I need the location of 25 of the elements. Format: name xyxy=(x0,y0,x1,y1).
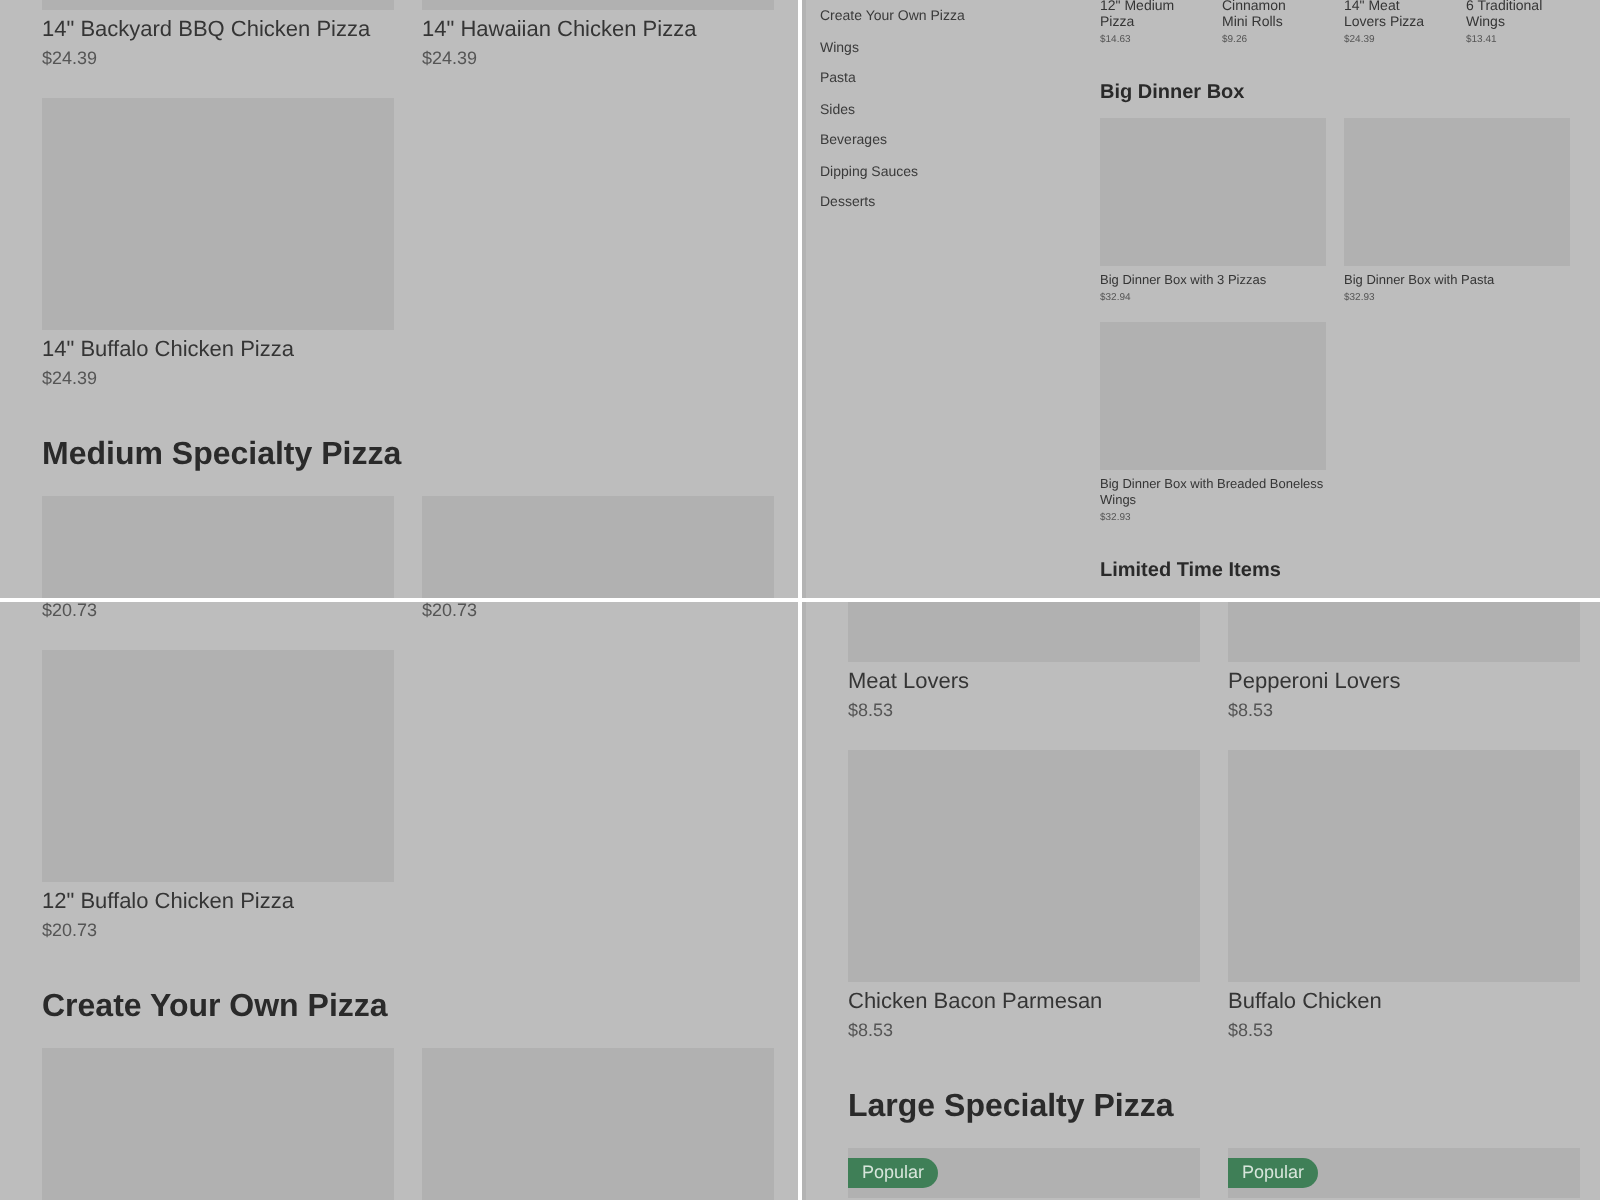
popular-badge: Popular xyxy=(1228,1158,1319,1188)
section-heading: Large Specialty Pizza xyxy=(848,1088,1176,1128)
product-price: $20.73 xyxy=(42,602,100,624)
product-name[interactable]: Meat Lovers xyxy=(848,668,1200,696)
product-price: $20.73 xyxy=(422,602,480,624)
section-heading: Limited Time Items xyxy=(1100,560,1283,584)
product-price: $8.53 xyxy=(848,698,896,724)
product-name[interactable]: Pepperoni Lovers xyxy=(1228,668,1580,696)
product-name[interactable]: 14" Buffalo Chicken Pizza xyxy=(42,336,394,364)
product-price: $24.39 xyxy=(42,46,100,72)
product-price: $20.73 xyxy=(42,918,100,944)
section-heading: Create Your Own Pizza xyxy=(42,988,390,1028)
product-name[interactable]: 14" Hawaiian Chicken Pizza xyxy=(422,16,774,44)
product-name[interactable]: Buffalo Chicken xyxy=(1228,988,1580,1016)
product-name[interactable]: 12" Buffalo Chicken Pizza xyxy=(42,888,394,916)
product-price: $8.53 xyxy=(1228,698,1276,724)
section-heading: Medium Specialty Pizza xyxy=(42,436,404,476)
product-price: $8.53 xyxy=(848,1018,896,1044)
product-price: $24.39 xyxy=(422,46,480,72)
section-heading: Big Dinner Box xyxy=(1100,82,1247,106)
product-name[interactable]: 14" Backyard BBQ Chicken Pizza xyxy=(42,16,394,44)
product-price: $24.39 xyxy=(42,366,100,392)
product-name[interactable]: Chicken Bacon Parmesan xyxy=(848,988,1200,1016)
product-price: $8.53 xyxy=(1228,1018,1276,1044)
popular-badge: Popular xyxy=(848,1158,939,1188)
